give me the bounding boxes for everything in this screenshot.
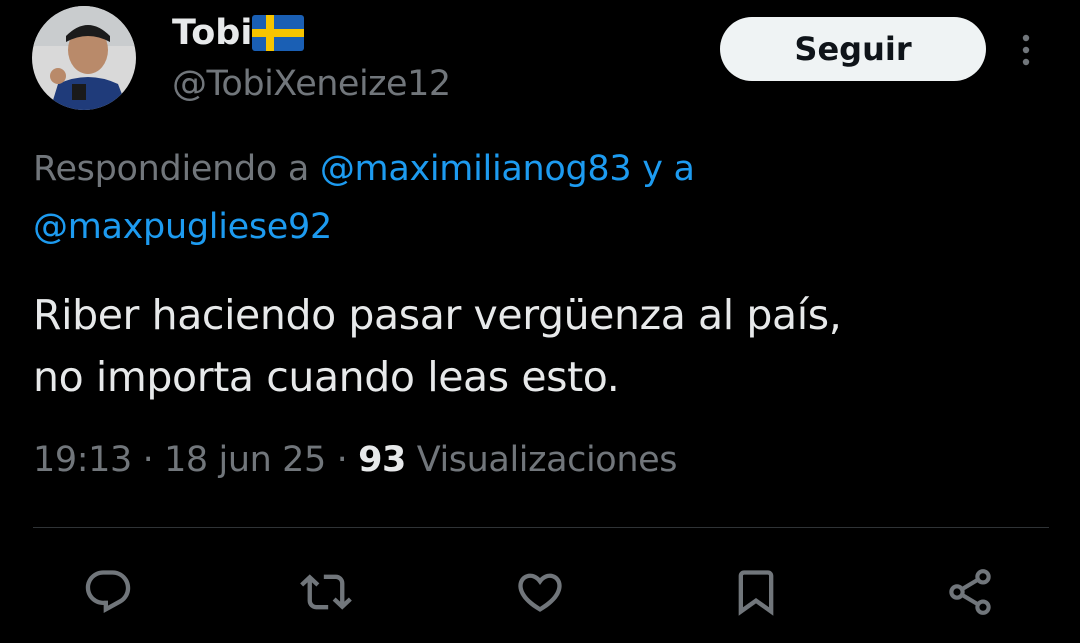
replying-to: Respondiendo a @maximilianog83 y a @maxp… (33, 140, 1043, 256)
meta-separator: · (131, 440, 165, 480)
bookmark-button[interactable] (724, 560, 788, 624)
action-bar (0, 560, 1080, 624)
retweet-icon (300, 574, 352, 610)
replying-to-joiner: y a (631, 149, 695, 189)
avatar[interactable] (32, 6, 136, 110)
views-label[interactable]: Visualizaciones (406, 440, 678, 480)
share-button[interactable] (938, 560, 1002, 624)
user-avatar-image (32, 6, 136, 110)
sweden-flag-icon (252, 15, 305, 51)
tweet-text-line-2: no importa cuando leas esto. (33, 353, 620, 401)
tweet-date[interactable]: 18 jun 25 (164, 440, 326, 480)
mention-link-1[interactable]: @maximilianog83 (320, 149, 632, 189)
reply-icon (85, 570, 131, 614)
tweet-text-line-1: Riber haciendo pasar vergüenza al país, (33, 291, 842, 339)
tweet-time[interactable]: 19:13 (33, 440, 132, 480)
tweet-text: Riber haciendo pasar vergüenza al país, … (33, 284, 1053, 408)
meta-separator: · (325, 440, 359, 480)
follow-button[interactable]: Seguir (720, 17, 986, 81)
author-handle[interactable]: @TobiXeneize12 (172, 64, 451, 104)
more-options-button[interactable] (1008, 26, 1044, 74)
share-icon (949, 569, 991, 615)
like-button[interactable] (508, 560, 572, 624)
tweet-meta: 19:13 · 18 jun 25 · 93 Visualizaciones (33, 440, 677, 480)
mention-link-2[interactable]: @maxpugliese92 (33, 207, 332, 247)
bookmark-icon (738, 570, 774, 616)
reply-button[interactable] (76, 560, 140, 624)
author-display-name[interactable]: Tobi (172, 8, 305, 58)
divider (33, 527, 1049, 528)
replying-to-prefix: Respondiendo a (33, 149, 320, 189)
views-count[interactable]: 93 (358, 440, 406, 480)
more-vertical-icon (1022, 34, 1030, 66)
like-icon (518, 573, 562, 612)
retweet-button[interactable] (294, 560, 358, 624)
display-name-text[interactable]: Tobi (172, 13, 252, 53)
